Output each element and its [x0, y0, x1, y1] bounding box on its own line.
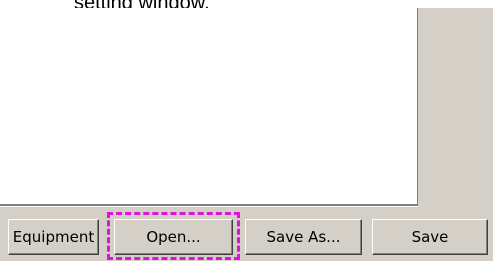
content-area-edge: [416, 8, 417, 206]
save-as-button[interactable]: Save As...: [245, 219, 362, 255]
open-button[interactable]: Open...: [114, 219, 233, 255]
save-button[interactable]: Save: [372, 219, 488, 255]
equipment-button[interactable]: Equipment: [8, 219, 99, 255]
content-area: [0, 8, 416, 204]
